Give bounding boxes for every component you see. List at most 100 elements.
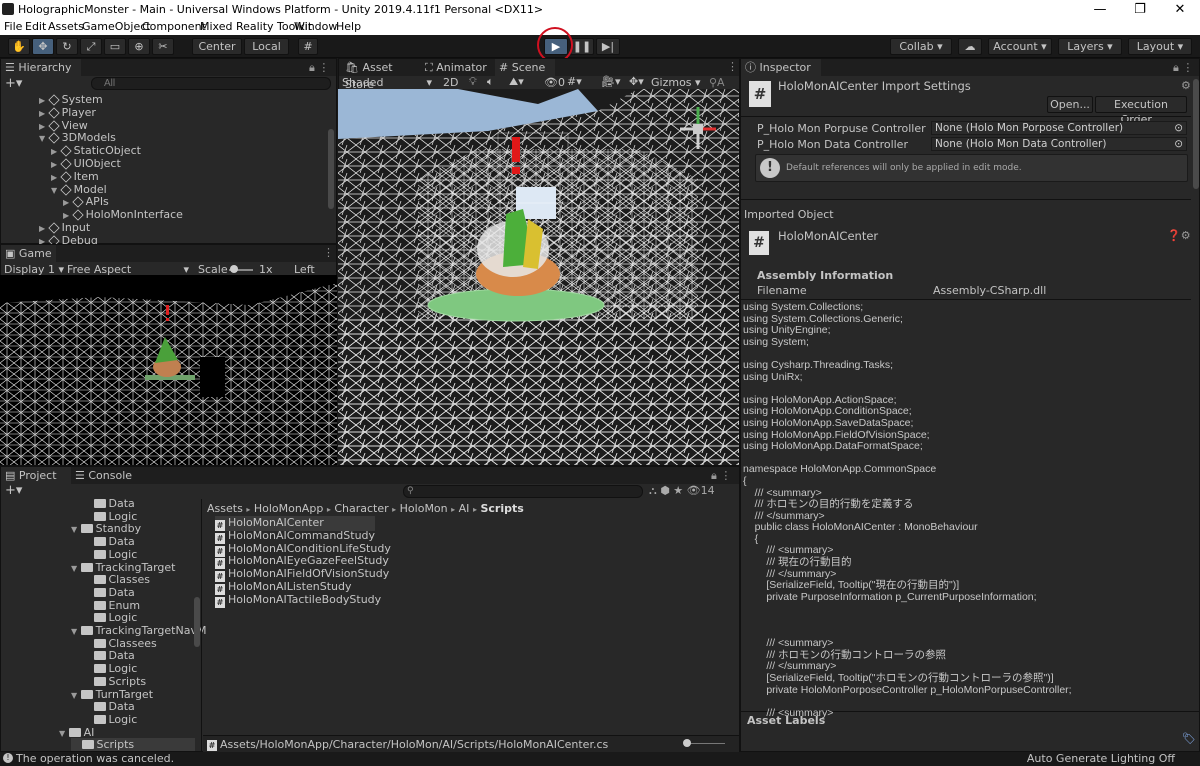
cloud-icon[interactable]: ☁ [958, 38, 982, 55]
execution-order-button[interactable]: Execution Order... [1095, 96, 1187, 126]
project-folder-item[interactable]: Logic [83, 713, 137, 726]
expand-arrow-icon[interactable]: ▼ [39, 134, 45, 143]
menu-file[interactable]: File [4, 20, 22, 33]
project-folder-item[interactable]: Data [83, 497, 135, 510]
hierarchy-item[interactable]: ▶ HoloMonInterface [63, 208, 183, 221]
project-folder-item[interactable]: Classes [83, 573, 150, 586]
pause-button[interactable]: ❚❚ [570, 38, 594, 55]
project-folder-item[interactable]: Logic [83, 611, 137, 624]
expand-arrow-icon[interactable]: ▼ [59, 729, 65, 738]
icon-size-slider-thumb[interactable] [683, 739, 691, 747]
expand-arrow-icon[interactable]: ▶ [39, 96, 45, 105]
add-icon[interactable]: +▾ [5, 76, 22, 91]
expand-arrow-icon[interactable]: ▶ [39, 122, 45, 131]
move-tool-icon[interactable]: ✥ [32, 38, 54, 55]
breadcrumb-ai[interactable]: AI [459, 502, 470, 515]
expand-arrow-icon[interactable]: ▶ [39, 109, 45, 118]
expand-arrow-icon[interactable]: ▶ [51, 173, 57, 182]
menu-component[interactable]: Component [142, 20, 206, 33]
project-folder-item[interactable]: Data [83, 535, 135, 548]
camera-icon[interactable]: 🎥︎▾ [601, 75, 621, 88]
project-folder-item[interactable]: Logic [83, 510, 137, 523]
scene-view[interactable] [338, 89, 739, 465]
scale-tool-icon[interactable]: ⤢ [80, 38, 102, 55]
hidden-objects-icon[interactable]: 👁︎0 [544, 76, 565, 89]
project-folder-item[interactable]: ▼ TurnTarget [71, 688, 153, 701]
snap-icon[interactable]: # [298, 38, 318, 55]
step-button[interactable]: ▶| [596, 38, 620, 55]
hand-tool-icon[interactable]: ✋ [8, 38, 30, 55]
tab-project[interactable]: ▤ Project [1, 467, 71, 484]
menu-window[interactable]: Window [294, 20, 337, 33]
tab-inspector[interactable]: ⓘ Inspector [741, 59, 821, 76]
menu-edit[interactable]: Edit [25, 20, 46, 33]
hierarchy-item[interactable]: ▶ UIObject [51, 157, 121, 170]
menu-help[interactable]: Help [336, 20, 361, 33]
breadcrumb-assets[interactable]: Assets [207, 502, 243, 515]
icon-size-slider[interactable] [685, 743, 725, 744]
tab-game[interactable]: ▣ Game [1, 245, 56, 262]
pivot-local-button[interactable]: Local [244, 38, 289, 55]
expand-arrow-icon[interactable]: ▶ [63, 198, 69, 207]
project-folder-item[interactable]: Logic [83, 548, 137, 561]
menu-assets[interactable]: Assets [48, 20, 84, 33]
hierarchy-item[interactable]: ▶ Player [39, 106, 96, 119]
hierarchy-item[interactable]: ▶ View [39, 119, 88, 132]
expand-arrow-icon[interactable]: ▼ [71, 564, 77, 573]
account-dropdown[interactable]: Account ▾ [988, 38, 1052, 55]
hierarchy-item[interactable]: ▶ StaticObject [51, 144, 141, 157]
open-button[interactable]: Open... [1047, 96, 1093, 113]
project-folder-item[interactable]: Data [83, 586, 135, 599]
project-lock-icon[interactable]: 🔒︎ ⋮ [711, 469, 731, 483]
status-message[interactable]: The operation was canceled. [16, 752, 174, 765]
inspector-lock-icon[interactable]: 🔒︎ ⋮ [1173, 61, 1193, 75]
collab-button[interactable]: Collab ▾ [890, 38, 952, 55]
layout-dropdown[interactable]: Layout ▾ [1128, 38, 1192, 55]
minimize-button[interactable]: — [1080, 0, 1120, 19]
game-menu-icon[interactable]: ⋮ [323, 246, 334, 259]
mode-2d-toggle[interactable]: 2D [443, 76, 458, 89]
tools-icon[interactable]: ✥▾ [629, 75, 644, 88]
project-file-item[interactable]: # HoloMonAITactileBodyStudy [215, 593, 381, 608]
project-folder-item[interactable]: Scripts [71, 738, 195, 752]
breadcrumb-character[interactable]: Character [334, 502, 388, 515]
lighting-icon[interactable]: 💡︎ [469, 75, 477, 89]
hierarchy-item[interactable]: ▼ 3DModels [39, 131, 116, 144]
grid-icon[interactable]: #▾ [567, 75, 582, 88]
tab-console[interactable]: ☰ Console [71, 467, 141, 484]
audio-icon[interactable]: 🔈︎ [487, 75, 494, 89]
hierarchy-item[interactable]: ▶ Input [39, 221, 90, 234]
effects-icon[interactable]: ⛰︎▾ [509, 75, 524, 89]
project-folder-item[interactable]: ▼ AI [59, 726, 94, 739]
tab-animator[interactable]: ⛶ Animator [421, 59, 493, 76]
breadcrumb-holomon[interactable]: HoloMon [400, 502, 448, 515]
hierarchy-search-input[interactable] [91, 77, 331, 90]
gizmos-dropdown[interactable]: Gizmos ▾ [651, 76, 701, 89]
custom-tool-icon[interactable]: ✂ [152, 38, 174, 55]
project-folder-item[interactable]: Data [83, 700, 135, 713]
hierarchy-item[interactable]: ▶ System [39, 93, 103, 106]
rotate-tool-icon[interactable]: ↻ [56, 38, 78, 55]
project-tree-scrollbar[interactable] [194, 597, 200, 647]
project-folder-item[interactable]: Data [83, 649, 135, 662]
breadcrumb-scripts[interactable]: Scripts [480, 502, 523, 515]
scene-search-icon[interactable]: ⚲A [709, 76, 725, 89]
tab-scene[interactable]: # Scene [495, 59, 555, 76]
settings-gear-icon[interactable]: ⚙ [1181, 79, 1191, 92]
project-add-icon[interactable]: +▾ [5, 483, 22, 498]
transform-tool-icon[interactable]: ⊕ [128, 38, 150, 55]
tab-hierarchy[interactable]: ☰ Hierarchy [1, 59, 81, 76]
lock-icon[interactable]: 🔒︎ ⋮ [309, 61, 329, 75]
project-folder-item[interactable]: ▼ TrackingTargetNavM [71, 624, 206, 637]
hierarchy-item[interactable]: ▶ Item [51, 170, 99, 183]
project-filter-icons[interactable]: ⛬ ⬢ ★ 👁︎14 [649, 484, 715, 498]
expand-arrow-icon[interactable]: ▼ [71, 691, 77, 700]
breadcrumb-holomonapp[interactable]: HoloMonApp [254, 502, 323, 515]
maximize-button[interactable]: ❐ [1120, 0, 1160, 19]
shading-dropdown[interactable]: Shaded ▾ [342, 76, 432, 89]
asset-label-tag-icon[interactable]: 🏷︎ [1182, 732, 1196, 745]
expand-arrow-icon[interactable]: ▼ [71, 525, 77, 534]
expand-arrow-icon[interactable]: ▶ [63, 211, 69, 220]
expand-arrow-icon[interactable]: ▼ [51, 186, 57, 195]
project-folder-item[interactable]: ▼ TrackingTarget [71, 561, 175, 574]
